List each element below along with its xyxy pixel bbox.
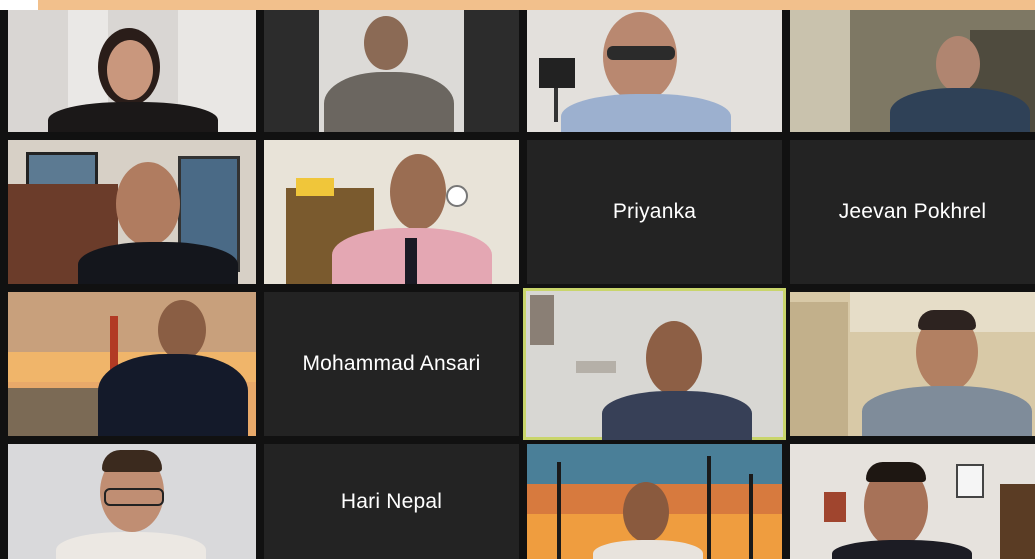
video-feed xyxy=(8,444,256,559)
video-feed xyxy=(790,444,1035,559)
participant-name: Mohammad Ansari xyxy=(302,352,481,375)
participant-tile-video[interactable] xyxy=(527,444,782,559)
participant-tile-no-video[interactable]: Jeevan Pokhrel xyxy=(790,140,1035,284)
video-feed xyxy=(790,10,1035,132)
participant-tile-video[interactable] xyxy=(790,292,1035,436)
video-feed xyxy=(526,291,783,440)
video-grid: Priyanka Jeevan Pokhrel Mohammad Ansari xyxy=(0,10,1035,559)
video-feed xyxy=(8,140,256,284)
participant-tile-video[interactable] xyxy=(264,10,519,132)
participant-tile-video[interactable] xyxy=(8,292,256,436)
participant-tile-video[interactable] xyxy=(8,444,256,559)
participant-tile-active-speaker[interactable] xyxy=(523,288,786,440)
participant-tile-video[interactable] xyxy=(8,10,256,132)
video-feed xyxy=(8,10,256,132)
participant-tile-no-video[interactable]: Hari Nepal xyxy=(264,444,519,559)
participant-tile-video[interactable] xyxy=(790,444,1035,559)
participant-tile-no-video[interactable]: Priyanka xyxy=(527,140,782,284)
participant-tile-video[interactable] xyxy=(527,10,782,132)
video-feed xyxy=(264,140,519,284)
video-feed xyxy=(264,10,519,132)
video-feed xyxy=(8,292,256,436)
video-feed xyxy=(790,292,1035,436)
top-banner-strip xyxy=(38,0,1035,10)
participant-name: Priyanka xyxy=(612,200,697,223)
participant-tile-video[interactable] xyxy=(790,10,1035,132)
video-feed xyxy=(527,444,782,559)
participant-name: Hari Nepal xyxy=(340,489,443,513)
video-feed xyxy=(527,10,782,132)
participant-tile-video[interactable] xyxy=(8,140,256,284)
participant-name: Jeevan Pokhrel xyxy=(838,200,987,223)
participant-tile-video[interactable] xyxy=(264,140,519,284)
participant-tile-no-video[interactable]: Mohammad Ansari xyxy=(264,292,519,436)
